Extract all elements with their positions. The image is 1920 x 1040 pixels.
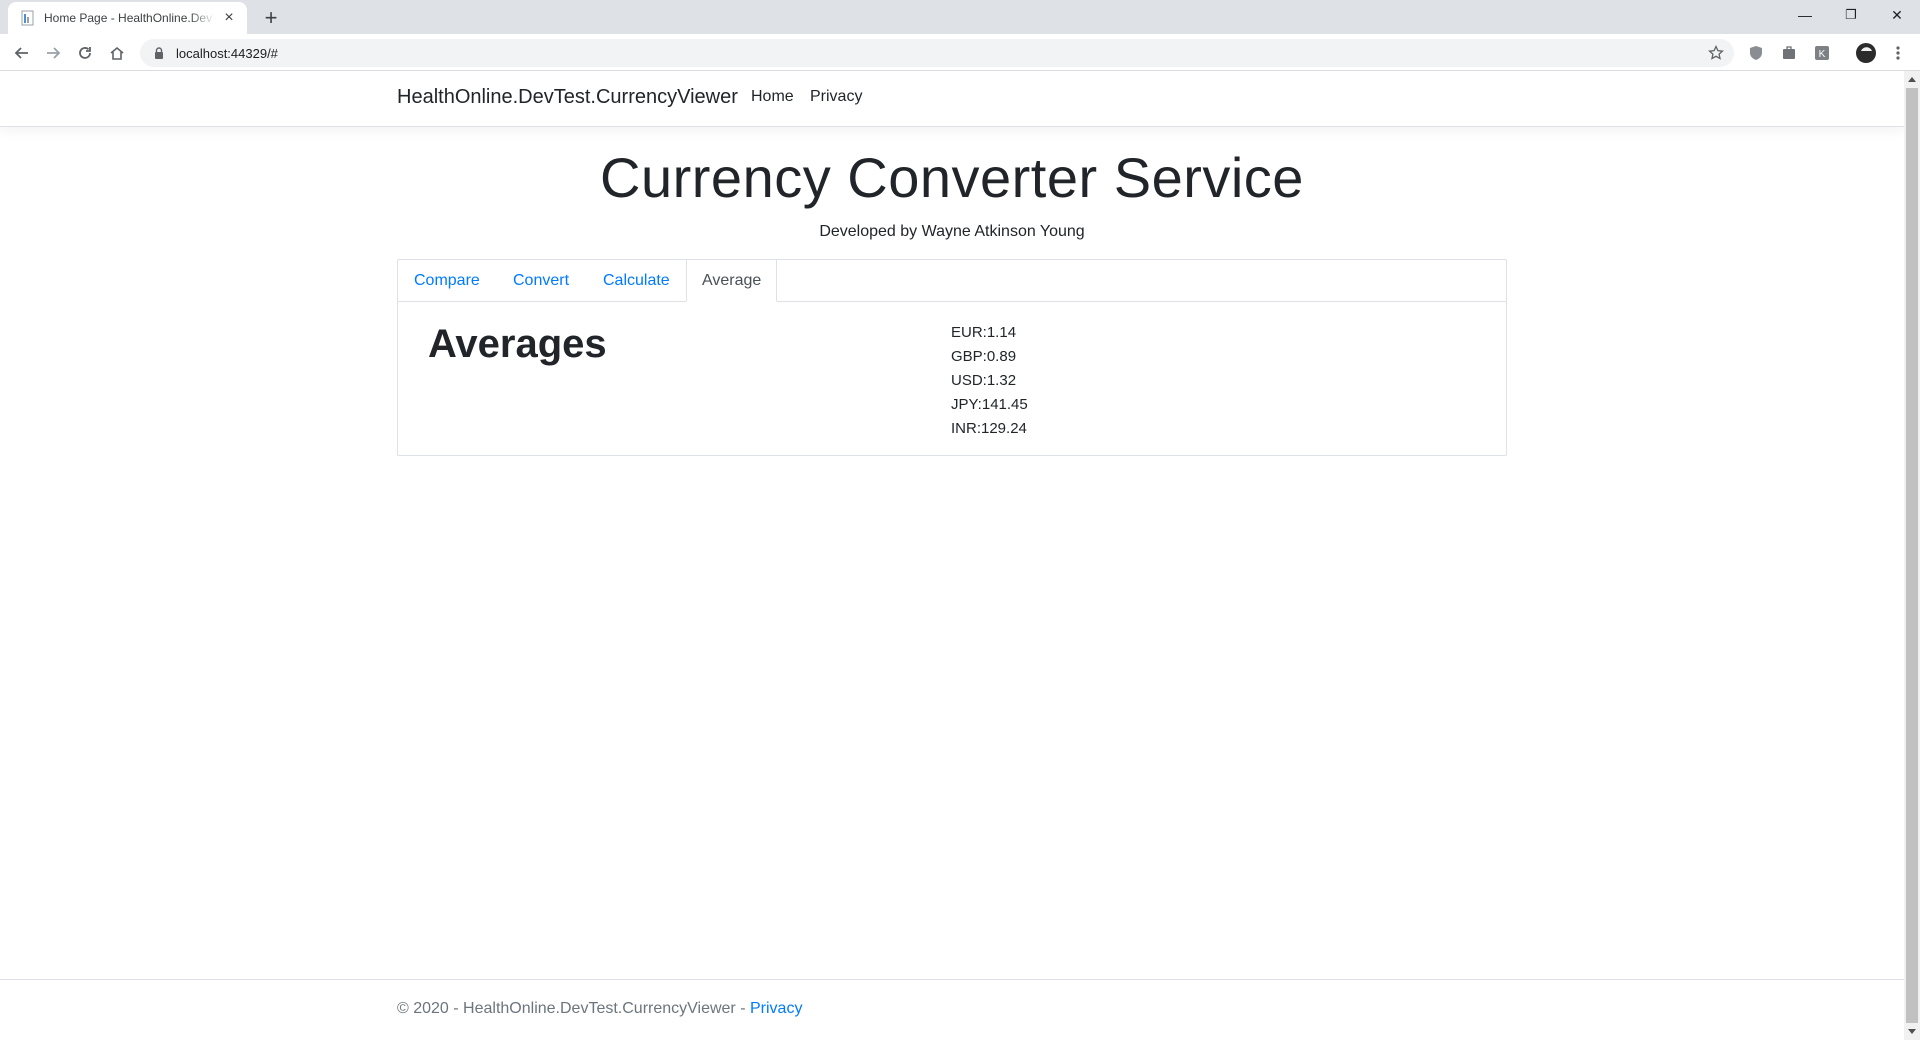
footer-copyright: © 2020 - HealthOnline.DevTest.CurrencyVi…	[397, 1000, 750, 1017]
page-viewport: HealthOnline.DevTest.CurrencyViewer Home…	[0, 71, 1904, 1040]
address-url: localhost:44329/#	[176, 45, 278, 61]
new-tab-button[interactable]: +	[258, 5, 284, 31]
averages-heading: Averages	[428, 322, 607, 366]
average-item-eur: EUR:1.14	[951, 324, 1017, 341]
address-bar[interactable]: localhost:44329/#	[140, 39, 1734, 67]
scroll-down-arrow-icon[interactable]	[1904, 1024, 1920, 1040]
forward-arrow-icon	[47, 47, 61, 59]
home-icon	[110, 46, 124, 60]
scrollbar-thumb[interactable]	[1906, 88, 1918, 1023]
extension-shield-icon[interactable]	[1746, 43, 1766, 63]
extension-bag-icon[interactable]	[1779, 43, 1799, 63]
tab-calculate[interactable]: Calculate	[603, 260, 670, 302]
average-item-inr: INR:129.24	[951, 420, 1027, 437]
lock-icon	[155, 47, 163, 59]
back-arrow-icon	[14, 47, 28, 59]
converter-tabs: Compare Convert Calculate Average	[398, 260, 1506, 302]
reload-icon	[79, 47, 91, 59]
nav-link-privacy[interactable]: Privacy	[810, 88, 862, 106]
close-tab-icon[interactable]: ×	[221, 10, 237, 26]
browser-tab-strip: Home Page - HealthOnline.DevTest.Currenc…	[0, 0, 1920, 34]
tab-convert[interactable]: Convert	[513, 260, 569, 302]
site-footer: © 2020 - HealthOnline.DevTest.CurrencyVi…	[0, 979, 1904, 1040]
minimize-button[interactable]: —	[1782, 0, 1828, 30]
tab-compare[interactable]: Compare	[414, 260, 480, 302]
svg-text:K: K	[1819, 49, 1826, 60]
bookmark-star-icon[interactable]	[1708, 45, 1724, 61]
scroll-up-arrow-icon[interactable]	[1904, 71, 1920, 87]
footer-text: © 2020 - HealthOnline.DevTest.CurrencyVi…	[397, 1000, 802, 1018]
close-window-button[interactable]: ✕	[1874, 0, 1920, 30]
reload-button[interactable]	[71, 39, 99, 67]
home-button[interactable]	[103, 39, 131, 67]
footer-privacy-link[interactable]: Privacy	[750, 1000, 802, 1017]
extension-k-icon[interactable]: K	[1812, 43, 1832, 63]
averages-list: EUR:1.14 GBP:0.89 USD:1.32 JPY:141.45 IN…	[951, 321, 1028, 441]
average-item-usd: USD:1.32	[951, 372, 1017, 389]
restore-button[interactable]: ❐	[1828, 0, 1874, 30]
back-button[interactable]	[8, 39, 36, 67]
average-item-gbp: GBP:0.89	[951, 348, 1017, 365]
nav-link-home[interactable]: Home	[751, 88, 794, 106]
average-item-jpy: JPY:141.45	[951, 396, 1028, 413]
browser-menu-icon[interactable]	[1888, 43, 1908, 63]
browser-tab[interactable]: Home Page - HealthOnline.DevTest.Currenc…	[8, 2, 247, 34]
browser-toolbar: localhost:44329/# K	[0, 34, 1920, 71]
page-favicon-icon	[21, 10, 34, 26]
browser-tab-title: Home Page - HealthOnline.DevTest.Currenc…	[44, 11, 215, 25]
page-title: Currency Converter Service	[600, 146, 1304, 209]
navbar-brand[interactable]: HealthOnline.DevTest.CurrencyViewer	[397, 86, 738, 109]
tab-average[interactable]: Average	[686, 260, 778, 302]
vertical-scrollbar[interactable]	[1904, 71, 1920, 1040]
page-subtitle: Developed by Wayne Atkinson Young	[819, 223, 1085, 240]
site-navbar: HealthOnline.DevTest.CurrencyViewer Home…	[0, 71, 1904, 127]
tabs-divider-right	[686, 301, 1506, 302]
forward-button[interactable]	[39, 39, 67, 67]
converter-card: Compare Convert Calculate Average Averag…	[397, 259, 1507, 456]
profile-avatar[interactable]	[1854, 41, 1878, 65]
